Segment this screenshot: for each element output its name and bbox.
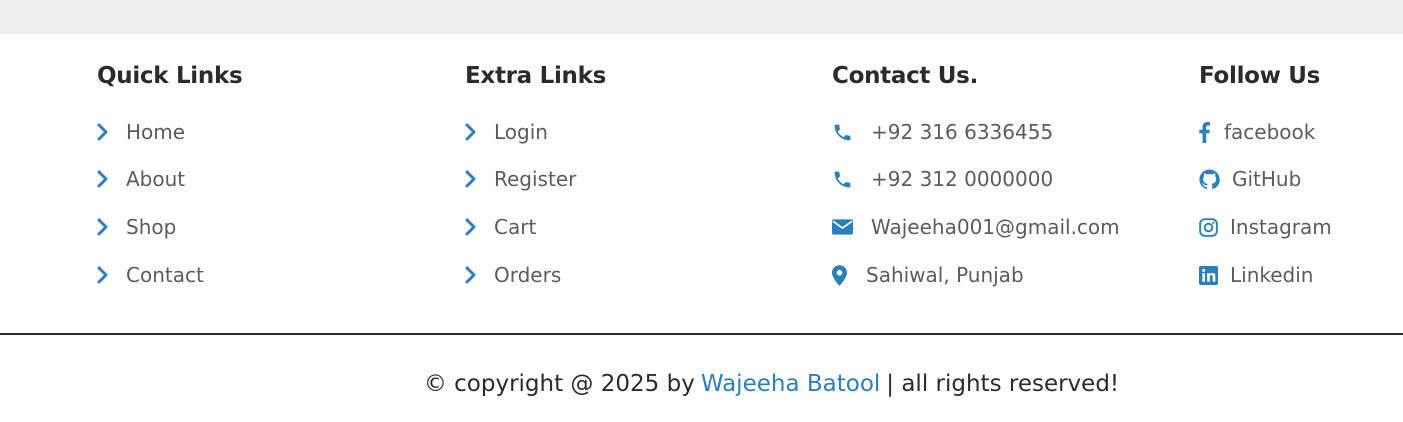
chevron-right-icon xyxy=(465,266,494,284)
contact-text: +92 312 0000000 xyxy=(871,167,1054,191)
contact-phone-1[interactable]: +92 316 6336455 xyxy=(832,117,1053,147)
extra-links-section: Extra Links Login Register Cart Orders xyxy=(465,58,607,287)
contact-email[interactable]: Wajeeha001@gmail.com xyxy=(832,212,1120,242)
follow-link-instagram[interactable]: Instagram xyxy=(1199,212,1332,242)
link-label: Orders xyxy=(494,263,562,287)
extra-link-orders[interactable]: Orders xyxy=(465,260,561,290)
contact-phone-2[interactable]: +92 312 0000000 xyxy=(832,164,1053,194)
contact-text: Sahiwal, Punjab xyxy=(866,263,1024,287)
github-icon xyxy=(1199,168,1232,190)
link-label: Cart xyxy=(494,215,537,239)
map-pin-icon xyxy=(832,264,866,286)
extra-link-login[interactable]: Login xyxy=(465,117,548,147)
follow-label: Instagram xyxy=(1230,215,1332,239)
chevron-right-icon xyxy=(97,266,126,284)
chevron-right-icon xyxy=(97,123,126,141)
extra-links-heading: Extra Links xyxy=(465,63,607,89)
footer-divider xyxy=(0,333,1403,335)
link-label: Contact xyxy=(126,263,204,287)
quick-link-about[interactable]: About xyxy=(97,164,185,194)
quick-links-heading: Quick Links xyxy=(97,63,243,89)
chevron-right-icon xyxy=(97,170,126,188)
copyright-credit: © copyright @ 2025 by Wajeeha Batool | a… xyxy=(0,366,1403,402)
chevron-right-icon xyxy=(97,218,126,236)
phone-icon xyxy=(832,169,871,190)
extra-link-cart[interactable]: Cart xyxy=(465,212,536,242)
follow-heading: Follow Us xyxy=(1199,63,1321,89)
contact-address[interactable]: Sahiwal, Punjab xyxy=(832,260,1024,290)
follow-link-facebook[interactable]: facebook xyxy=(1199,117,1315,147)
link-label: Shop xyxy=(126,215,177,239)
credit-author-link[interactable]: Wajeeha Batool xyxy=(701,371,880,397)
follow-label: GitHub xyxy=(1232,167,1302,191)
quick-link-contact[interactable]: Contact xyxy=(97,260,204,290)
follow-link-github[interactable]: GitHub xyxy=(1199,164,1301,194)
follow-label: Linkedin xyxy=(1230,263,1314,287)
credit-prefix: © copyright @ 2025 by xyxy=(423,371,695,397)
contact-section: Contact Us. +92 316 6336455 +92 312 0000… xyxy=(832,58,1120,287)
quick-links-section: Quick Links Home About Shop Contact xyxy=(97,58,243,287)
contact-text: Wajeeha001@gmail.com xyxy=(871,215,1120,239)
contact-heading: Contact Us. xyxy=(832,63,979,89)
chevron-right-icon xyxy=(465,123,494,141)
credit-suffix: | all rights reserved! xyxy=(886,371,1120,397)
link-label: Login xyxy=(494,120,548,144)
link-label: About xyxy=(126,167,186,191)
follow-link-linkedin[interactable]: Linkedin xyxy=(1199,260,1313,290)
phone-icon xyxy=(832,122,871,143)
quick-link-home[interactable]: Home xyxy=(97,117,185,147)
link-label: Register xyxy=(494,167,577,191)
quick-link-shop[interactable]: Shop xyxy=(97,212,176,242)
facebook-icon xyxy=(1199,121,1224,143)
follow-label: facebook xyxy=(1224,120,1316,144)
extra-link-register[interactable]: Register xyxy=(465,164,576,194)
follow-section: Follow Us facebook GitHub Instagram Link… xyxy=(1199,58,1332,287)
contact-text: +92 316 6336455 xyxy=(871,120,1054,144)
envelope-icon xyxy=(832,219,871,235)
chevron-right-icon xyxy=(465,218,494,236)
link-label: Home xyxy=(126,120,186,144)
chevron-right-icon xyxy=(465,170,494,188)
instagram-icon xyxy=(1199,217,1230,237)
linkedin-icon xyxy=(1199,265,1230,285)
top-band xyxy=(0,0,1403,34)
